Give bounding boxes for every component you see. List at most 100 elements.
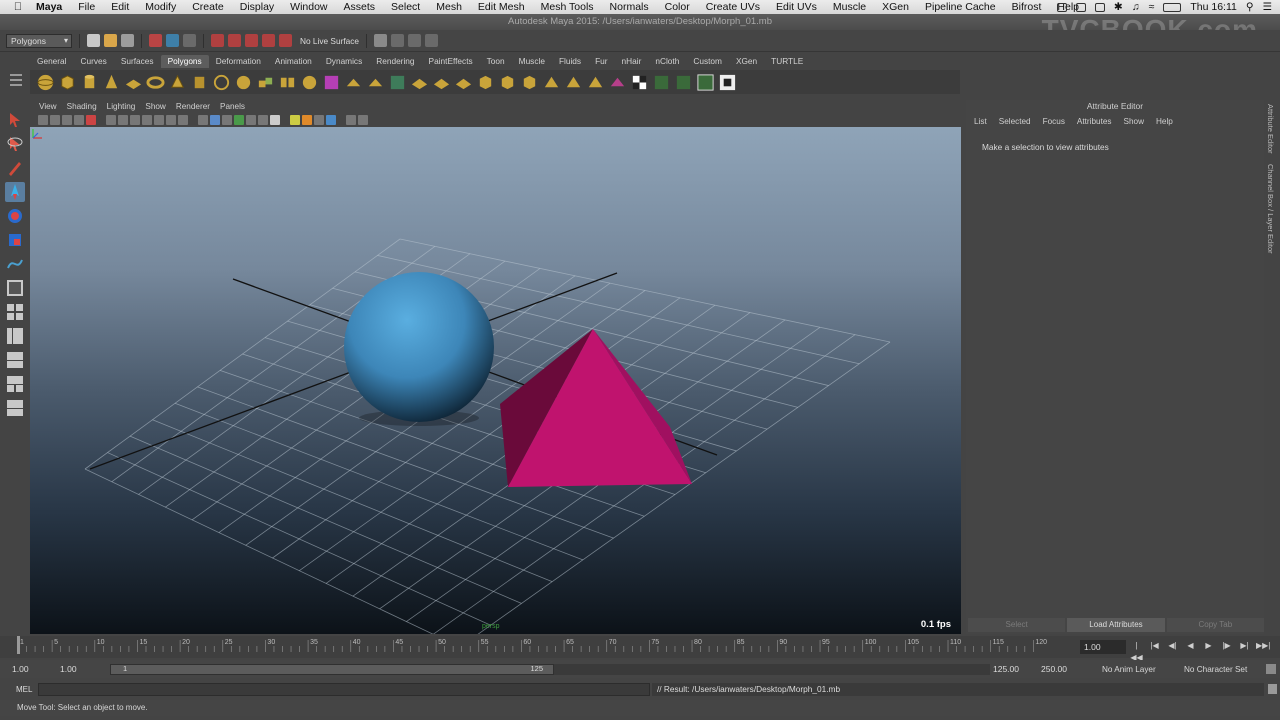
insert-edge-loop-icon[interactable] <box>432 73 451 92</box>
lasso-tool-icon[interactable] <box>5 134 25 154</box>
shelf-tab-fluids[interactable]: Fluids <box>552 55 588 68</box>
texture-icon[interactable] <box>718 73 737 92</box>
poly-cone-icon[interactable] <box>102 73 121 92</box>
shelf-tab-dynamics[interactable]: Dynamics <box>319 55 369 68</box>
poly-pipe-icon[interactable] <box>190 73 209 92</box>
make-live-icon[interactable] <box>279 34 292 47</box>
panel-menu-shading[interactable]: Shading <box>62 101 102 113</box>
wireframe-icon[interactable] <box>198 115 208 125</box>
play-backwards-icon[interactable]: ◀ <box>1184 640 1197 652</box>
perspective-viewport[interactable]: 0.1 fps persp <box>30 127 961 634</box>
menu-muscle[interactable]: Muscle <box>825 1 874 13</box>
automatic-mapping-icon[interactable] <box>674 73 693 92</box>
wireframe-on-shaded-icon[interactable] <box>222 115 232 125</box>
shelf-tab-rendering[interactable]: Rendering <box>369 55 421 68</box>
character-set-dropdown[interactable]: No Character Set <box>1184 663 1247 676</box>
select-by-object-icon[interactable] <box>166 34 179 47</box>
shelf-tab-fur[interactable]: Fur <box>588 55 614 68</box>
go-to-end-icon[interactable]: ▶▶| <box>1256 640 1270 652</box>
persp-relationship-layout-icon[interactable] <box>5 398 25 418</box>
shelf-tab-polygons[interactable]: Polygons <box>160 55 209 68</box>
single-perspective-layout-icon[interactable] <box>5 278 25 298</box>
menu-xgen[interactable]: XGen <box>874 1 917 13</box>
poly-helix-icon[interactable] <box>212 73 231 92</box>
image-plane-icon[interactable] <box>74 115 84 125</box>
snap-curve-icon[interactable] <box>228 34 241 47</box>
panel-menu-panels[interactable]: Panels <box>215 101 250 113</box>
curve-tool-icon[interactable] <box>5 254 25 274</box>
shelf-menu-icon[interactable] <box>6 70 26 94</box>
isolate-select-icon[interactable] <box>290 115 300 125</box>
use-all-lights-icon[interactable] <box>246 115 256 125</box>
poly-sphere-icon[interactable] <box>36 73 55 92</box>
quadrangulate-icon[interactable] <box>564 73 583 92</box>
shelf-tab-deformation[interactable]: Deformation <box>209 55 268 68</box>
go-to-start-icon[interactable]: |◀◀ <box>1130 640 1143 662</box>
two-d-pan-zoom-icon[interactable] <box>86 115 96 125</box>
textured-icon[interactable] <box>234 115 244 125</box>
bridge-icon[interactable] <box>366 73 385 92</box>
select-tool-icon[interactable] <box>5 110 25 130</box>
menu-mesh-tools[interactable]: Mesh Tools <box>533 1 602 13</box>
fill-hole-icon[interactable] <box>520 73 539 92</box>
open-scene-icon[interactable] <box>104 34 117 47</box>
render-settings-icon[interactable] <box>425 34 439 47</box>
panel-menu-renderer[interactable]: Renderer <box>171 101 215 113</box>
smooth-shade-icon[interactable] <box>210 115 220 125</box>
shelf-tab-custom[interactable]: Custom <box>686 55 729 68</box>
ae-menu-attributes[interactable]: Attributes <box>1071 116 1118 128</box>
shelf-tab-muscle[interactable]: Muscle <box>512 55 552 68</box>
menu-window[interactable]: Window <box>282 1 335 13</box>
append-polygon-icon[interactable] <box>388 73 407 92</box>
xray-icon[interactable] <box>302 115 312 125</box>
clock[interactable]: Thu 16:11 <box>1190 1 1237 13</box>
poly-soccer-ball-icon[interactable] <box>234 73 253 92</box>
split-polygon-icon[interactable] <box>410 73 429 92</box>
grid-icon[interactable] <box>106 115 116 125</box>
shelf-tab-toon[interactable]: Toon <box>480 55 512 68</box>
menu-set-dropdown[interactable]: Polygons <box>6 33 72 48</box>
mel-input[interactable] <box>38 683 650 696</box>
side-tab-attribute-editor[interactable]: Attribute Editor <box>1266 104 1275 154</box>
current-frame-field[interactable]: 1.00 <box>1080 640 1126 654</box>
menu-assets[interactable]: Assets <box>336 1 384 13</box>
extrude-icon[interactable] <box>344 73 363 92</box>
move-tool-icon[interactable] <box>5 182 25 202</box>
play-forwards-icon[interactable]: ▶ <box>1202 640 1215 652</box>
merge-vertices-icon[interactable] <box>454 73 473 92</box>
snap-point-icon[interactable] <box>245 34 258 47</box>
select-camera-icon[interactable] <box>38 115 48 125</box>
combine-icon[interactable] <box>256 73 275 92</box>
shelf-tab-turtle[interactable]: TURTLE <box>764 55 810 68</box>
shelf-tab-painteffects[interactable]: PaintEffects <box>422 55 480 68</box>
shelf-tab-animation[interactable]: Animation <box>268 55 319 68</box>
camera-attributes-icon[interactable] <box>50 115 60 125</box>
sync-icon[interactable] <box>1075 2 1086 12</box>
wifi-icon[interactable]: ≈ <box>1149 1 1155 13</box>
safe-title-icon[interactable] <box>178 115 188 125</box>
gate-mask-icon[interactable] <box>142 115 152 125</box>
triangulate-icon[interactable] <box>542 73 561 92</box>
shelf-tab-curves[interactable]: Curves <box>74 55 114 68</box>
step-forward-frame-icon[interactable]: |▶ <box>1220 640 1233 652</box>
start-time-field[interactable]: 1.00 <box>12 663 29 676</box>
volume-icon[interactable]: ♫ <box>1132 1 1140 13</box>
current-time-marker[interactable] <box>17 636 20 654</box>
hypershade-layout-icon[interactable] <box>5 374 25 394</box>
field-chart-icon[interactable] <box>154 115 164 125</box>
menu-pipeline-cache[interactable]: Pipeline Cache <box>917 1 1004 13</box>
menu-mesh[interactable]: Mesh <box>428 1 470 13</box>
shelf-tab-ncloth[interactable]: nCloth <box>648 55 686 68</box>
menu-create[interactable]: Create <box>184 1 232 13</box>
notification-center-icon[interactable]: ☰ <box>1263 1 1272 13</box>
four-view-layout-icon[interactable] <box>5 302 25 322</box>
menu-edit[interactable]: Edit <box>103 1 137 13</box>
range-slider-bar[interactable]: 1 125 <box>110 664 554 675</box>
time-slider[interactable]: 1 5 10 15 20 25 30 35 40 45 50 55 60 65 70 75 80 85 90 95 10… <box>0 636 1280 662</box>
ae-menu-show[interactable]: Show <box>1118 116 1150 128</box>
load-attributes-button[interactable]: Load Attributes <box>1067 618 1165 632</box>
step-back-key-icon[interactable]: |◀ <box>1148 640 1161 652</box>
panel-menu-view[interactable]: View <box>34 101 62 113</box>
film-gate-icon[interactable] <box>118 115 128 125</box>
poly-cube-icon[interactable] <box>58 73 77 92</box>
